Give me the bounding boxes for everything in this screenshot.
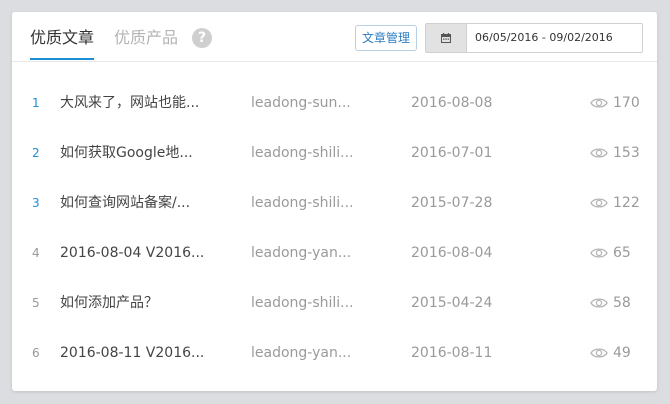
eye-icon xyxy=(590,98,608,108)
view-count-value: 170 xyxy=(613,95,640,111)
calendar-icon[interactable] xyxy=(426,24,467,52)
article-date: 2016-08-11 xyxy=(411,345,493,361)
eye-icon xyxy=(590,298,608,308)
article-date: 2016-07-01 xyxy=(411,145,493,161)
tab-quality-articles[interactable]: 优质文章 xyxy=(30,28,94,60)
list-item: 5 如何添加产品？ leadong-shili... 2015-04-24 58 xyxy=(12,278,657,328)
article-date: 2015-04-24 xyxy=(411,295,493,311)
article-title-link[interactable]: 2016-08-11 V2016... xyxy=(60,344,204,362)
eye-icon xyxy=(590,148,608,158)
card-header: 优质文章 优质产品 ? 文章管理 06/05/2016 - 09/02/2016 xyxy=(12,12,657,62)
eye-icon xyxy=(590,248,608,258)
article-management-button[interactable]: 文章管理 xyxy=(355,25,417,51)
view-count-value: 122 xyxy=(613,195,640,211)
article-date: 2016-08-04 xyxy=(411,245,493,261)
top-articles-card: 优质文章 优质产品 ? 文章管理 06/05/2016 - 09/02/2016… xyxy=(12,12,657,391)
date-range-value: 06/05/2016 - 09/02/2016 xyxy=(475,31,613,44)
rank-number: 6 xyxy=(32,346,40,360)
list-item: 4 2016-08-04 V2016... leadong-yan... 201… xyxy=(12,228,657,278)
view-count-value: 49 xyxy=(613,345,631,361)
eye-icon xyxy=(590,348,608,358)
list-item: 6 2016-08-11 V2016... leadong-yan... 201… xyxy=(12,328,657,378)
view-count-value: 153 xyxy=(613,145,640,161)
view-count-value: 58 xyxy=(613,295,631,311)
article-title-link[interactable]: 2016-08-04 V2016... xyxy=(60,244,204,262)
article-list: 1 大风来了，网站也能... leadong-sun... 2016-08-08… xyxy=(12,78,657,378)
list-item: 1 大风来了，网站也能... leadong-sun... 2016-08-08… xyxy=(12,78,657,128)
article-title-link[interactable]: 如何添加产品？ xyxy=(60,294,158,312)
article-author: leadong-shili... xyxy=(251,295,354,311)
article-author: leadong-shili... xyxy=(251,195,354,211)
view-count-value: 65 xyxy=(613,245,631,261)
article-date: 2015-07-28 xyxy=(411,195,493,211)
rank-number: 5 xyxy=(32,296,40,310)
article-author: leadong-yan... xyxy=(251,245,352,261)
question-circle-icon[interactable]: ? xyxy=(192,28,212,48)
eye-icon xyxy=(590,198,608,208)
article-date: 2016-08-08 xyxy=(411,95,493,111)
article-author: leadong-shili... xyxy=(251,145,354,161)
list-item: 2 如何获取Google地... leadong-shili... 2016-0… xyxy=(12,128,657,178)
article-author: leadong-yan... xyxy=(251,345,352,361)
rank-number: 2 xyxy=(32,146,40,160)
date-range-picker[interactable]: 06/05/2016 - 09/02/2016 xyxy=(425,23,643,53)
article-title-link[interactable]: 如何获取Google地... xyxy=(60,144,193,162)
rank-number: 3 xyxy=(32,196,40,210)
tab-quality-products[interactable]: 优质产品 xyxy=(114,28,178,48)
article-title-link[interactable]: 大风来了，网站也能... xyxy=(60,94,199,112)
list-item: 3 如何查询网站备案/... leadong-shili... 2015-07-… xyxy=(12,178,657,228)
article-title-link[interactable]: 如何查询网站备案/... xyxy=(60,194,190,212)
rank-number: 1 xyxy=(32,96,40,110)
rank-number: 4 xyxy=(32,246,40,260)
article-author: leadong-sun... xyxy=(251,95,351,111)
